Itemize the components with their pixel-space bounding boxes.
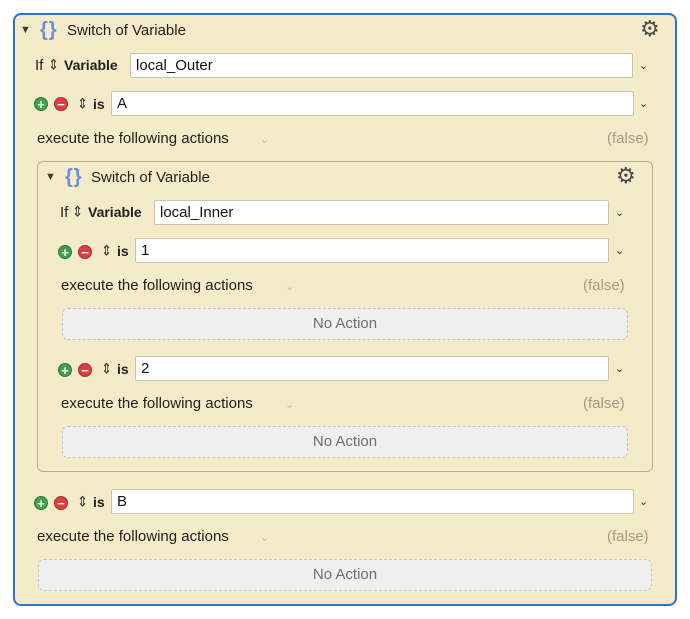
execute-actions-label[interactable]: execute the following actions bbox=[37, 130, 229, 147]
chevron-down-icon[interactable]: ⌄ bbox=[285, 398, 294, 411]
case-value-field[interactable]: 1 bbox=[135, 238, 609, 263]
chevron-down-icon[interactable]: ⌄ bbox=[260, 531, 269, 544]
add-case-icon[interactable]: + bbox=[34, 97, 48, 111]
action-title: Switch of Variable bbox=[91, 169, 210, 186]
case-is-label[interactable]: is bbox=[117, 243, 129, 259]
disclosure-chevron-down-icon[interactable]: ▼ bbox=[20, 24, 31, 36]
add-case-icon[interactable]: + bbox=[58, 363, 72, 377]
chevron-down-icon[interactable]: ⌄ bbox=[615, 362, 624, 375]
chevron-down-icon[interactable]: ⌄ bbox=[639, 59, 648, 72]
add-case-icon[interactable]: + bbox=[34, 496, 48, 510]
remove-case-icon[interactable]: − bbox=[54, 97, 68, 111]
chevron-down-icon[interactable]: ⌄ bbox=[260, 133, 269, 146]
if-label: If bbox=[60, 204, 69, 221]
false-label: (false) bbox=[607, 130, 649, 147]
no-action-placeholder[interactable]: No Action bbox=[38, 559, 652, 591]
if-label: If bbox=[35, 57, 44, 74]
case-value-field[interactable]: 2 bbox=[135, 356, 609, 381]
remove-case-icon[interactable]: − bbox=[78, 363, 92, 377]
up-down-arrows-icon[interactable]: ⇕ bbox=[101, 360, 112, 378]
variable-name-field[interactable]: local_Outer bbox=[130, 53, 633, 78]
chevron-down-icon[interactable]: ⌄ bbox=[639, 495, 648, 508]
variable-type-popup[interactable]: Variable bbox=[64, 57, 118, 73]
up-down-arrows-icon[interactable]: ⇕ bbox=[77, 95, 88, 113]
execute-actions-label[interactable]: execute the following actions bbox=[61, 277, 253, 294]
action-title: Switch of Variable bbox=[67, 22, 186, 39]
remove-case-icon[interactable]: − bbox=[54, 496, 68, 510]
chevron-down-icon[interactable]: ⌄ bbox=[639, 97, 648, 110]
remove-case-icon[interactable]: − bbox=[78, 245, 92, 259]
add-case-icon[interactable]: + bbox=[58, 245, 72, 259]
up-down-arrows-icon[interactable]: ⇕ bbox=[77, 493, 88, 511]
execute-actions-label[interactable]: execute the following actions bbox=[61, 395, 253, 412]
curly-braces-icon: {} bbox=[40, 19, 58, 41]
case-is-label[interactable]: is bbox=[93, 96, 105, 112]
variable-name-field[interactable]: local_Inner bbox=[154, 200, 609, 225]
false-label: (false) bbox=[583, 395, 625, 412]
false-label: (false) bbox=[607, 528, 649, 545]
chevron-down-icon[interactable]: ⌄ bbox=[615, 206, 624, 219]
case-is-label[interactable]: is bbox=[93, 494, 105, 510]
case-value-field[interactable]: B bbox=[111, 489, 634, 514]
execute-actions-label[interactable]: execute the following actions bbox=[37, 528, 229, 545]
disclosure-chevron-down-icon[interactable]: ▼ bbox=[45, 171, 56, 183]
gear-icon[interactable]: ⚙ bbox=[616, 163, 636, 189]
no-action-placeholder[interactable]: No Action bbox=[62, 308, 628, 340]
up-down-arrows-icon[interactable]: ⇕ bbox=[72, 203, 83, 221]
no-action-placeholder[interactable]: No Action bbox=[62, 426, 628, 458]
variable-type-popup[interactable]: Variable bbox=[88, 204, 142, 220]
chevron-down-icon[interactable]: ⌄ bbox=[615, 244, 624, 257]
gear-icon[interactable]: ⚙ bbox=[640, 16, 660, 42]
chevron-down-icon[interactable]: ⌄ bbox=[285, 280, 294, 293]
curly-braces-icon: {} bbox=[65, 166, 83, 188]
case-is-label[interactable]: is bbox=[117, 361, 129, 377]
up-down-arrows-icon[interactable]: ⇕ bbox=[48, 56, 59, 74]
false-label: (false) bbox=[583, 277, 625, 294]
up-down-arrows-icon[interactable]: ⇕ bbox=[101, 242, 112, 260]
case-value-field[interactable]: A bbox=[111, 91, 634, 116]
